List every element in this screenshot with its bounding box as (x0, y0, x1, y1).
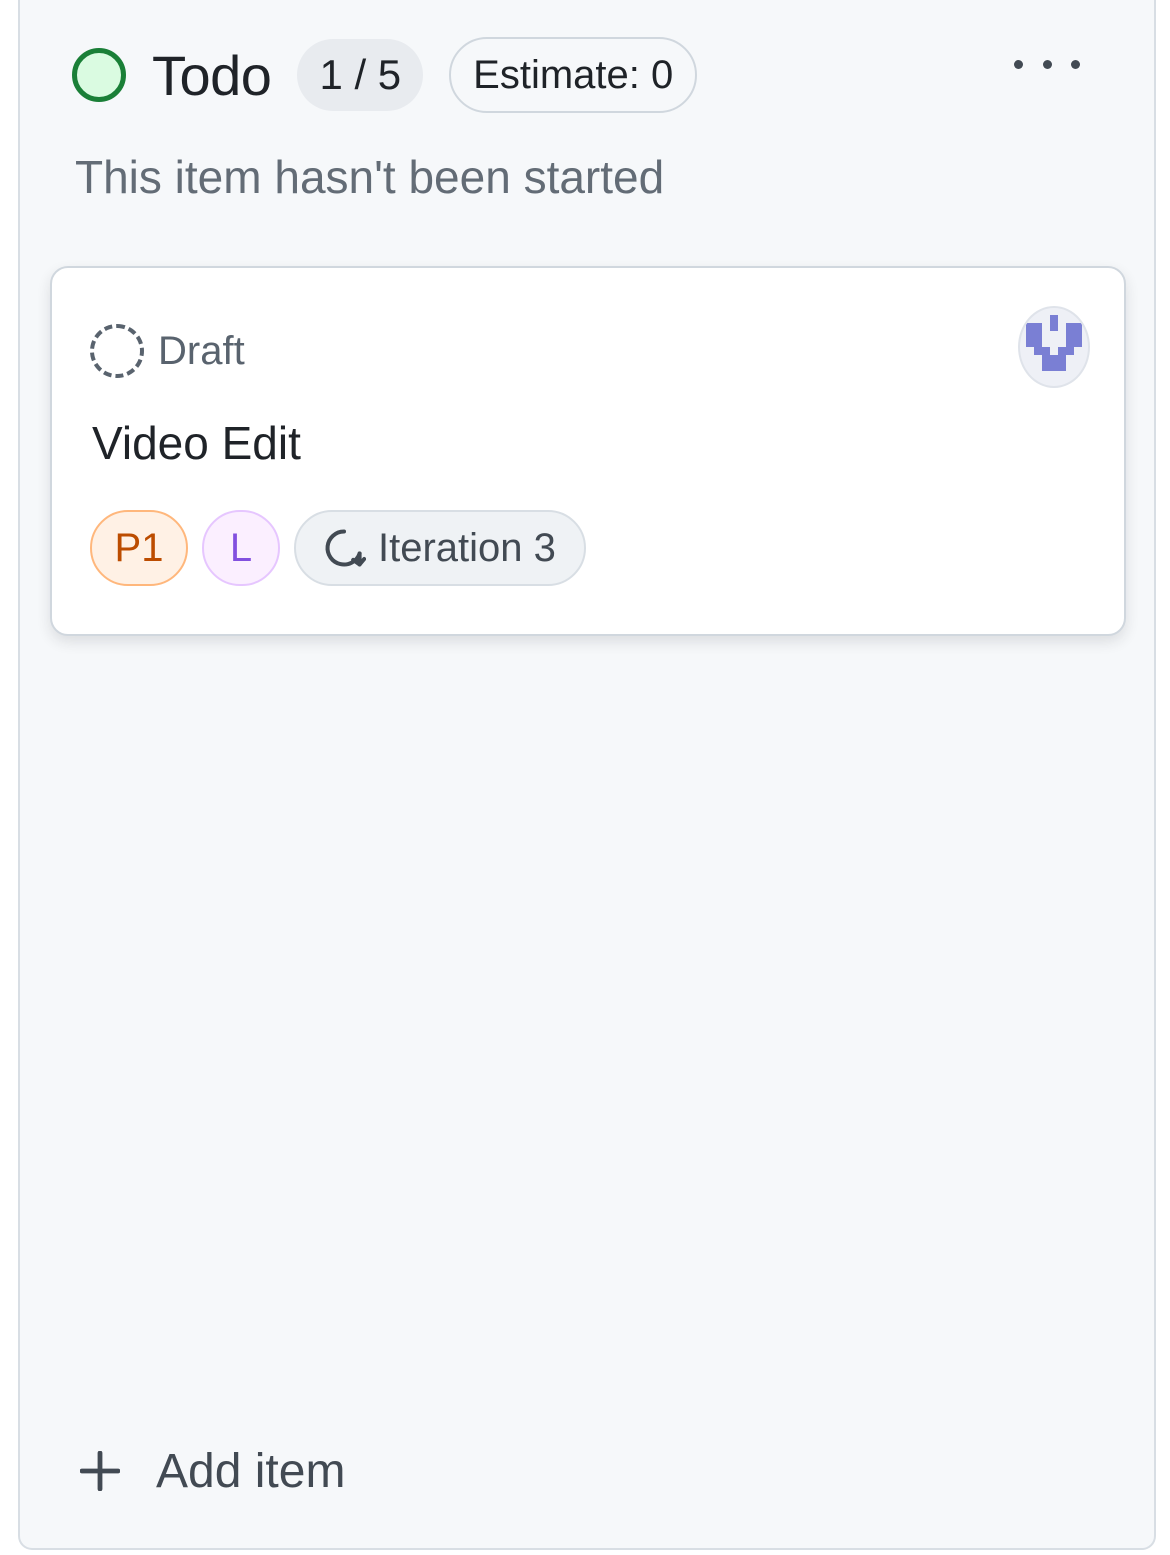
iteration-label[interactable]: Iteration 3 (294, 510, 586, 586)
plus-icon (80, 1451, 120, 1491)
add-item-label: Add item (156, 1444, 346, 1498)
add-item-button[interactable]: Add item (80, 1436, 345, 1506)
estimate-badge: Estimate: 0 (449, 37, 698, 113)
status-circle-icon (72, 48, 126, 102)
column-header: Todo 1 / 5 Estimate: 0 (72, 36, 698, 114)
card-state: Draft (90, 320, 245, 382)
item-count-badge: 1 / 5 (297, 39, 424, 111)
item-card[interactable]: Draft Video Edit P1 L Iteration 3 (50, 266, 1126, 636)
assignee-avatar[interactable] (1018, 306, 1090, 388)
draft-icon (90, 324, 144, 378)
card-state-label: Draft (158, 328, 245, 373)
iteration-label-text: Iteration 3 (378, 525, 556, 570)
column-description: This item hasn't been started (75, 151, 665, 203)
identicon-icon (1026, 315, 1082, 371)
priority-label[interactable]: P1 (90, 510, 188, 586)
card-title[interactable]: Video Edit (92, 416, 301, 470)
more-options-icon (1014, 59, 1023, 69)
column-options-button[interactable] (1012, 40, 1082, 88)
board-column-todo: Todo 1 / 5 Estimate: 0 This item hasn't … (18, 0, 1156, 1550)
column-title: Todo (152, 43, 272, 107)
iteration-icon (325, 529, 366, 567)
size-label[interactable]: L (202, 510, 280, 586)
card-labels: P1 L Iteration 3 (90, 510, 586, 586)
